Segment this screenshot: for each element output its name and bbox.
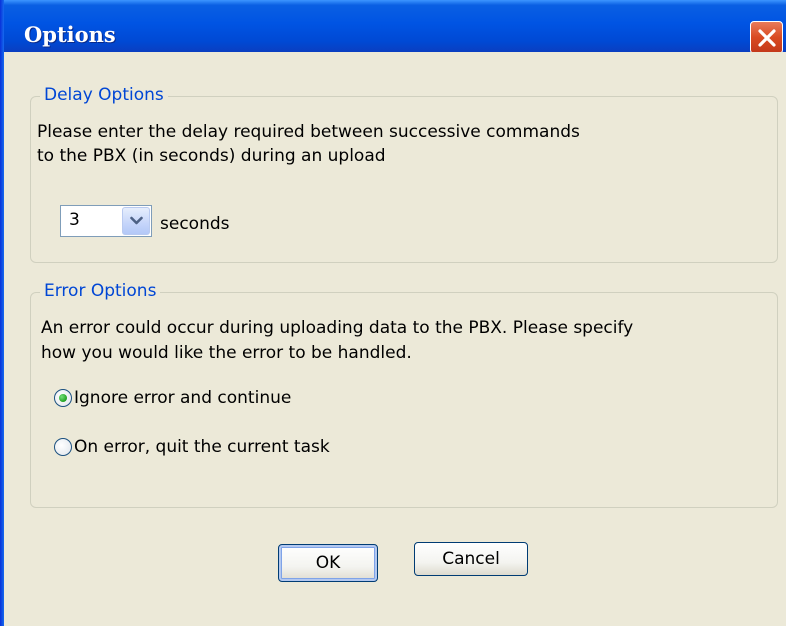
radio-quit-on-error[interactable] (54, 438, 72, 456)
delay-description-line1: Please enter the delay required between … (37, 122, 580, 142)
radio-selected-dot (59, 394, 67, 402)
delay-dropdown-button[interactable] (122, 207, 150, 235)
dialog-content: Delay Options Please enter the delay req… (4, 52, 786, 626)
delay-options-legend: Delay Options (40, 85, 168, 105)
cancel-button[interactable]: Cancel (414, 542, 528, 576)
close-button[interactable] (750, 21, 783, 54)
delay-select-value: 3 (69, 210, 80, 230)
ok-button[interactable]: OK (278, 544, 378, 582)
chevron-down-icon (130, 216, 143, 225)
seconds-label: seconds (160, 214, 230, 234)
window-title: Options (24, 22, 116, 47)
radio-ignore-error[interactable] (54, 389, 72, 407)
error-description-line1: An error could occur during uploading da… (41, 318, 634, 338)
radio-ignore-error-label[interactable]: Ignore error and continue (74, 386, 291, 410)
options-dialog: Options Delay Options Please enter the d… (0, 0, 786, 626)
error-description-line2: how you would like the error to be handl… (41, 343, 412, 363)
title-bar: Options (0, 0, 786, 54)
close-icon (758, 29, 776, 47)
delay-select[interactable]: 3 (60, 205, 152, 237)
radio-quit-on-error-label[interactable]: On error, quit the current task (74, 435, 330, 459)
error-options-legend: Error Options (40, 281, 161, 301)
delay-description-line2: to the PBX (in seconds) during an upload (37, 146, 386, 166)
